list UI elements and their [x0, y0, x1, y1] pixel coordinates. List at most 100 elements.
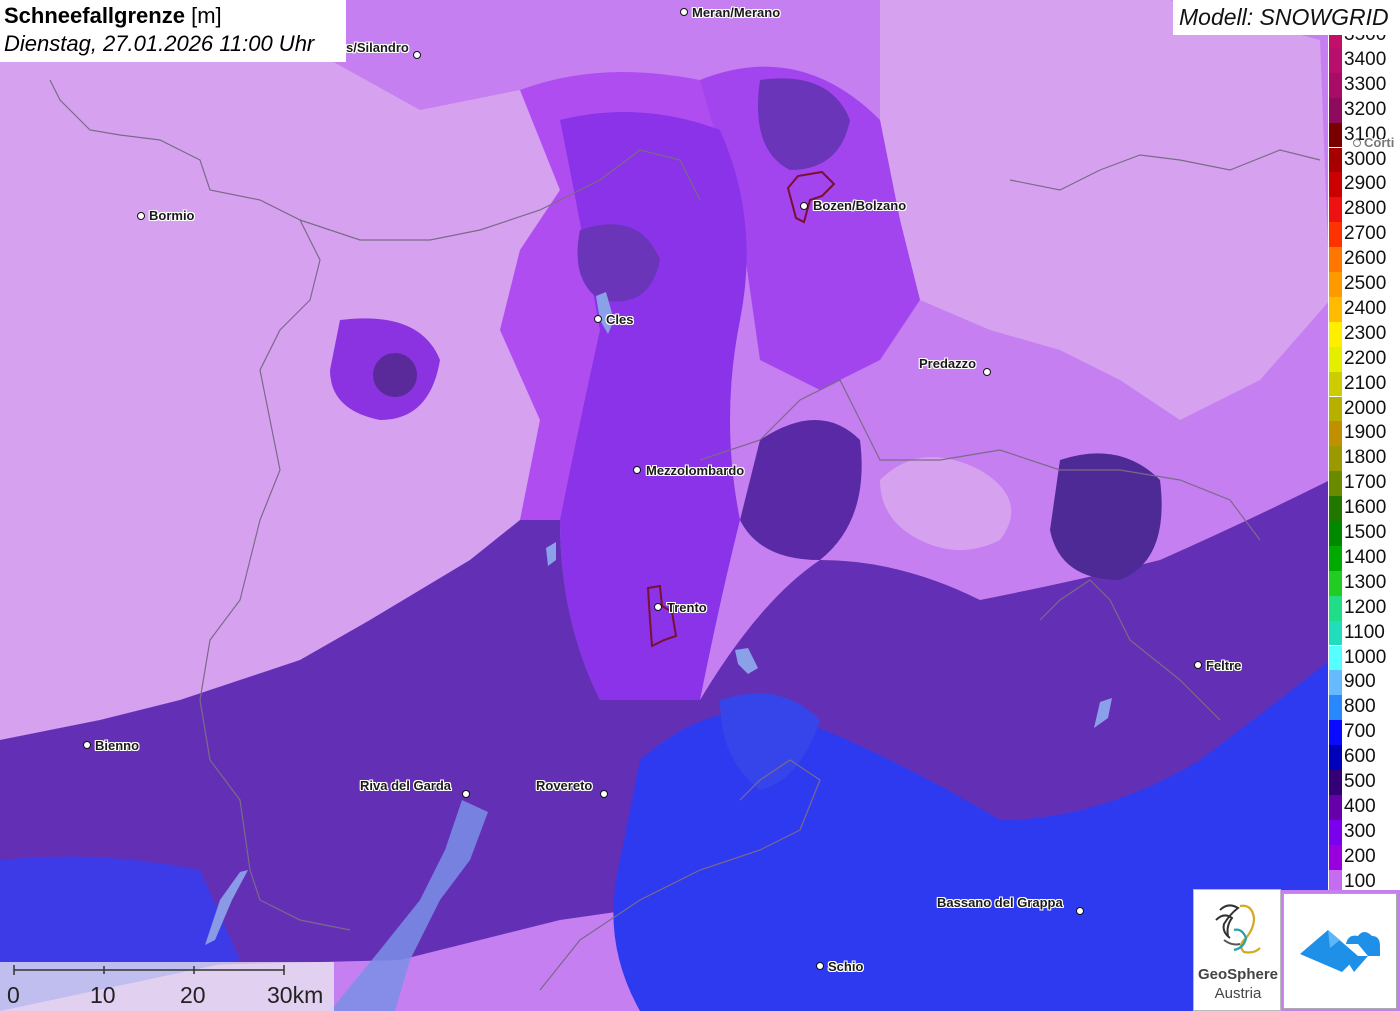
legend-label: 1600 — [1344, 497, 1387, 519]
city-dot-feltre[interactable] — [1194, 661, 1202, 669]
legend-swatch — [1329, 197, 1342, 223]
city-label-bienno[interactable]: Bienno — [95, 738, 139, 753]
legend-item: 200 — [1328, 844, 1400, 870]
geosphere-name: GeoSphere — [1197, 966, 1279, 983]
legend-item: 600 — [1328, 745, 1400, 770]
legend-item: 2000 — [1328, 396, 1400, 422]
city-dot-mezzolombardo[interactable] — [633, 466, 641, 474]
legend-swatch — [1329, 720, 1342, 746]
legend-label: 2100 — [1344, 372, 1387, 394]
legend-swatch — [1329, 97, 1342, 123]
legend-swatch — [1329, 496, 1342, 521]
city-dot-corti[interactable] — [1353, 139, 1361, 147]
legend-swatch — [1329, 47, 1342, 73]
geosphere-emblem-icon — [1215, 904, 1261, 954]
legend-label: 2900 — [1344, 173, 1387, 195]
legend-label: 2000 — [1344, 397, 1387, 419]
city-dot-merano[interactable] — [680, 8, 688, 16]
city-label-feltre[interactable]: Feltre — [1206, 658, 1241, 673]
legend-item: 3500 — [1328, 35, 1400, 48]
city-dot-bolzano[interactable] — [800, 202, 808, 210]
legend-item: 1900 — [1328, 421, 1400, 447]
legend-label: 800 — [1344, 696, 1376, 718]
city-dot-bormio[interactable] — [137, 212, 145, 220]
city-dot-trento[interactable] — [654, 603, 662, 611]
legend-label: 1700 — [1344, 472, 1387, 494]
model-label: Modell: SNOWGRID — [1173, 0, 1400, 35]
city-label-silandro[interactable]: s/Silandro — [346, 40, 409, 55]
legend-swatch — [1329, 794, 1342, 820]
legend-swatch — [1329, 570, 1342, 596]
legend-item: 900 — [1328, 670, 1400, 696]
legend-swatch — [1329, 122, 1342, 148]
city-dot-bassano[interactable] — [1076, 907, 1084, 915]
legend-swatch — [1329, 645, 1342, 671]
city-label-corti[interactable]: Corti — [1364, 135, 1400, 150]
city-dot-silandro[interactable] — [413, 51, 421, 59]
legend-swatch — [1329, 371, 1342, 397]
legend-swatch — [1329, 35, 1342, 48]
city-label-bolzano[interactable]: Bozen/Bolzano — [813, 198, 906, 213]
legend-item: 1800 — [1328, 446, 1400, 472]
legend-label: 1100 — [1344, 621, 1385, 643]
city-label-riva-del-garda[interactable]: Riva del Garda — [360, 778, 451, 793]
legend-label: 3200 — [1344, 98, 1387, 120]
legend-item: 2700 — [1328, 222, 1400, 248]
legend-item: 2400 — [1328, 296, 1400, 322]
legend-item: 3200 — [1328, 97, 1400, 123]
legend-label: 3500 — [1344, 35, 1386, 45]
legend-label: 1800 — [1344, 447, 1387, 469]
legend-item: 1500 — [1328, 521, 1400, 546]
color-legend: 3500340033003200310030002900280027002600… — [1328, 35, 1400, 890]
legend-item: 500 — [1328, 770, 1400, 795]
legend-swatch — [1329, 670, 1342, 696]
legend-swatch — [1329, 272, 1342, 297]
legend-label: 1200 — [1344, 596, 1387, 618]
city-label-trento[interactable]: Trento — [667, 600, 707, 615]
city-label-mezzolombardo[interactable]: Mezzolombardo — [646, 463, 744, 478]
city-label-rovereto[interactable]: Rovereto — [536, 778, 592, 793]
scale-label-0: 0 — [7, 982, 20, 1008]
legend-item: 1200 — [1328, 595, 1400, 621]
geosphere-logo[interactable]: GeoSphere Austria — [1193, 889, 1281, 1011]
city-label-cles[interactable]: Cles — [606, 312, 633, 327]
legend-swatch — [1329, 471, 1342, 497]
scale-label-10: 10 — [90, 982, 116, 1008]
city-label-predazzo[interactable]: Predazzo — [919, 356, 976, 371]
city-label-merano[interactable]: Meran/Merano — [692, 5, 780, 20]
city-label-bassano[interactable]: Bassano del Grappa — [937, 895, 1063, 910]
legend-item: 1700 — [1328, 471, 1400, 497]
legend-label: 1300 — [1344, 571, 1387, 593]
snowfall-line-map[interactable] — [0, 0, 1400, 1011]
weather-app-logo[interactable] — [1283, 893, 1397, 1009]
legend-item: 1600 — [1328, 496, 1400, 521]
legend-swatch — [1329, 545, 1342, 571]
legend-label: 2800 — [1344, 198, 1387, 220]
legend-swatch — [1329, 595, 1342, 621]
legend-item: 1300 — [1328, 570, 1400, 596]
city-dot-cles[interactable] — [594, 315, 602, 323]
city-dot-riva-del-garda[interactable] — [462, 790, 470, 798]
legend-label: 1000 — [1344, 646, 1387, 668]
legend-label: 3300 — [1344, 73, 1387, 95]
legend-swatch — [1329, 247, 1342, 272]
legend-label: 3000 — [1344, 148, 1387, 170]
legend-item: 1100 — [1328, 620, 1400, 646]
scale-bar: 0 10 20 30km — [0, 962, 334, 1011]
legend-label: 500 — [1344, 771, 1376, 792]
legend-item: 300 — [1328, 819, 1400, 845]
legend-label: 700 — [1344, 721, 1376, 743]
legend-item: 2100 — [1328, 371, 1400, 397]
legend-item: 2900 — [1328, 172, 1400, 198]
city-dot-schio[interactable] — [816, 962, 824, 970]
city-dot-predazzo[interactable] — [983, 368, 991, 376]
legend-swatch — [1329, 421, 1342, 447]
legend-swatch — [1329, 147, 1342, 173]
city-label-bormio[interactable]: Bormio — [149, 208, 195, 223]
legend-swatch — [1329, 446, 1342, 472]
legend-item: 700 — [1328, 720, 1400, 746]
city-dot-bienno[interactable] — [83, 741, 91, 749]
city-dot-rovereto[interactable] — [600, 790, 608, 798]
legend-label: 2300 — [1344, 322, 1387, 344]
city-label-schio[interactable]: Schio — [828, 959, 863, 974]
